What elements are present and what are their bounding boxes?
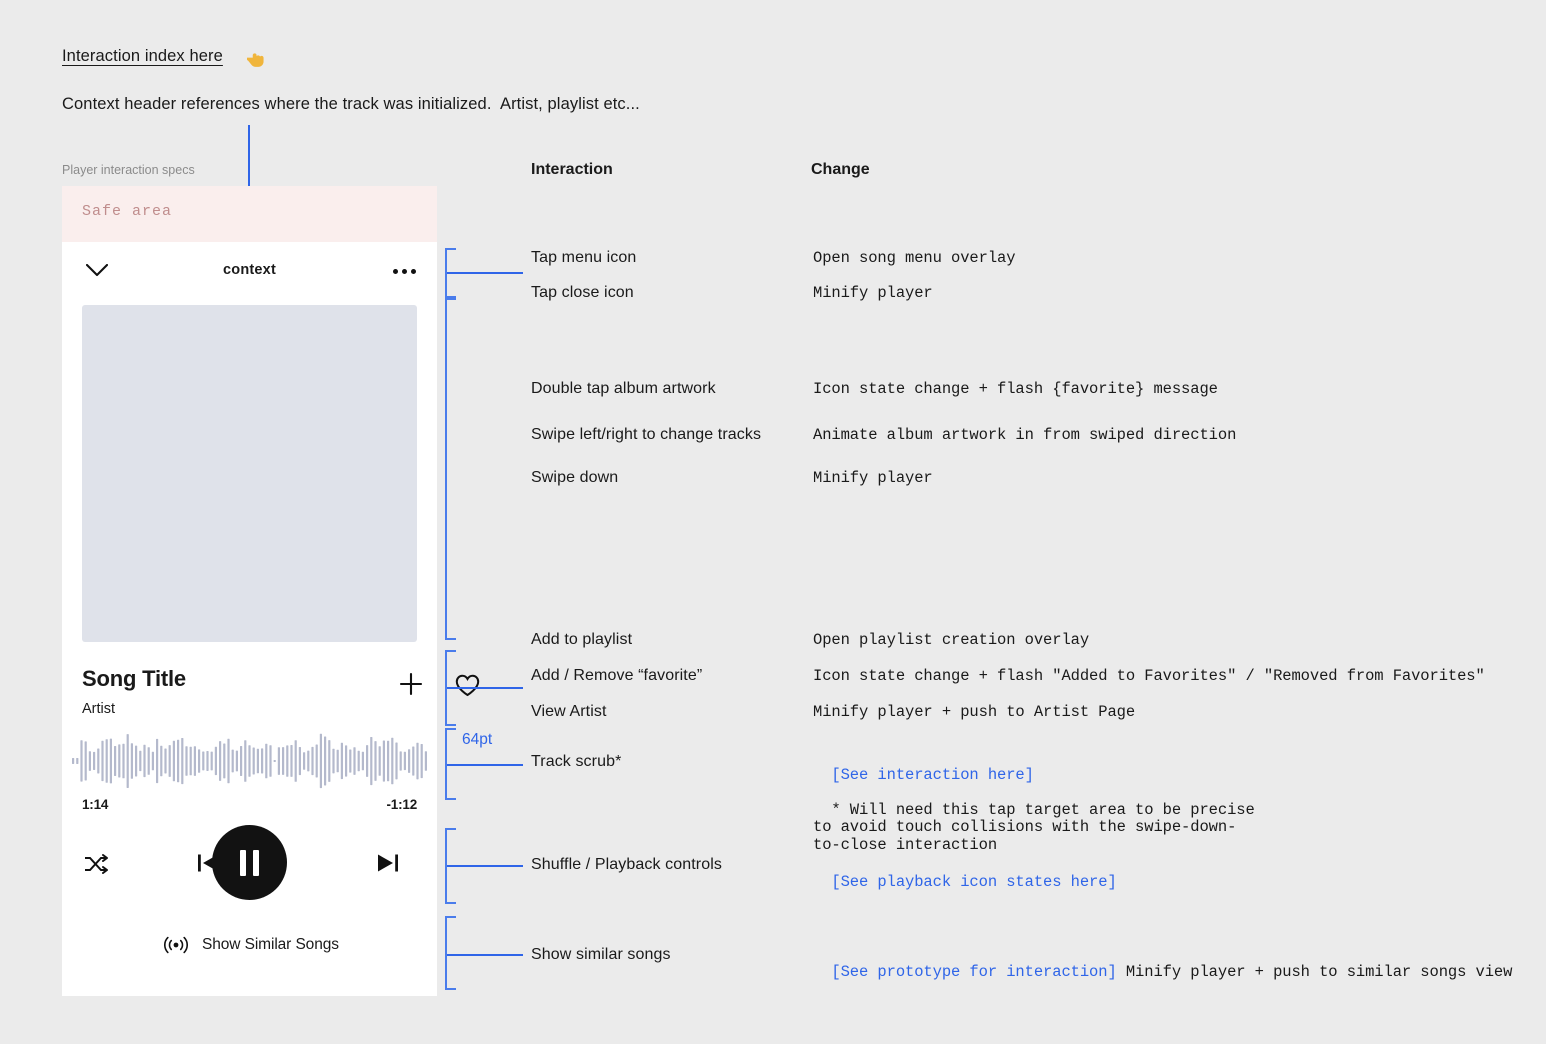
interaction-label: Tap close icon (531, 284, 634, 301)
interaction-label: Shuffle / Playback controls (531, 856, 722, 873)
playback-controls (62, 824, 437, 902)
interaction-label: Add / Remove “favorite” (531, 667, 703, 684)
see-prototype-link[interactable]: [See prototype for interaction] (831, 963, 1116, 981)
column-header-change: Change (811, 161, 870, 178)
interaction-label: Add to playlist (531, 631, 633, 648)
pointing-hand-icon (247, 53, 264, 67)
column-header-interaction: Interaction (531, 161, 613, 178)
interaction-label: Track scrub* (531, 753, 622, 770)
skip-next-icon[interactable] (372, 848, 404, 878)
album-artwork[interactable] (82, 305, 417, 642)
see-playback-icon-states-link[interactable]: [See playback icon states here] (831, 873, 1116, 891)
measurement-64pt: 64pt (462, 731, 493, 748)
time-elapsed: 1:14 (82, 797, 109, 812)
context-label: context (223, 262, 276, 278)
interaction-label: Show similar songs (531, 946, 671, 963)
change-value: Open song menu overlay (813, 249, 1016, 267)
waveform-graphic (72, 733, 427, 789)
time-remaining: -1:12 (386, 797, 417, 812)
player-spec-caption: Player interaction specs (62, 163, 195, 177)
heart-outline-icon[interactable] (450, 668, 484, 702)
change-value-similar: [See prototype for interaction] Minify p… (813, 946, 1512, 981)
track-scrub-waveform[interactable] (67, 729, 432, 793)
change-value: Icon state change + flash "Added to Favo… (813, 667, 1485, 685)
show-similar-songs-button[interactable]: Show Similar Songs (164, 932, 339, 958)
broadcast-icon (164, 936, 188, 954)
change-value: Open playlist creation overlay (813, 631, 1090, 649)
interaction-label: Swipe down (531, 469, 619, 486)
song-title: Song Title (82, 666, 186, 691)
interaction-label: View Artist (531, 703, 607, 720)
safe-area-label: Safe area (82, 203, 173, 220)
change-value: Minify player (813, 469, 933, 487)
change-value: Animate album artwork in from swiped dir… (813, 426, 1237, 444)
see-interaction-link[interactable]: [See interaction here] (831, 766, 1034, 784)
interaction-label: Double tap album artwork (531, 380, 716, 397)
change-value: Icon state change + flash {favorite} mes… (813, 380, 1218, 398)
player-card: context Song Title Artist 1:14 -1:12 Sho… (62, 242, 479, 996)
interaction-label: Tap menu icon (531, 249, 637, 266)
similar-change-rest: Minify player + push to similar songs vi… (1116, 962, 1513, 981)
plus-icon[interactable] (394, 667, 428, 701)
pause-button[interactable] (212, 825, 287, 900)
safe-area-block: Safe area (62, 186, 437, 242)
change-value-playback: [See playback icon states here] (813, 856, 1116, 891)
change-value: Minify player (813, 284, 933, 302)
interaction-label: Swipe left/right to change tracks (531, 426, 762, 443)
show-similar-songs-label: Show Similar Songs (202, 936, 339, 953)
player-header: context (62, 242, 437, 298)
ellipsis-icon[interactable] (387, 256, 421, 286)
change-value: Minify player + push to Artist Page (813, 703, 1136, 721)
context-header-note: Context header references where the trac… (62, 95, 640, 113)
interaction-index-link[interactable]: Interaction index here (62, 47, 223, 66)
change-value-track-scrub: [See interaction here] * Will need this … (813, 749, 1255, 854)
shuffle-icon[interactable] (80, 850, 112, 878)
artist-name[interactable]: Artist (82, 701, 115, 717)
track-scrub-note: * Will need this tap target area to be p… (813, 800, 1255, 854)
